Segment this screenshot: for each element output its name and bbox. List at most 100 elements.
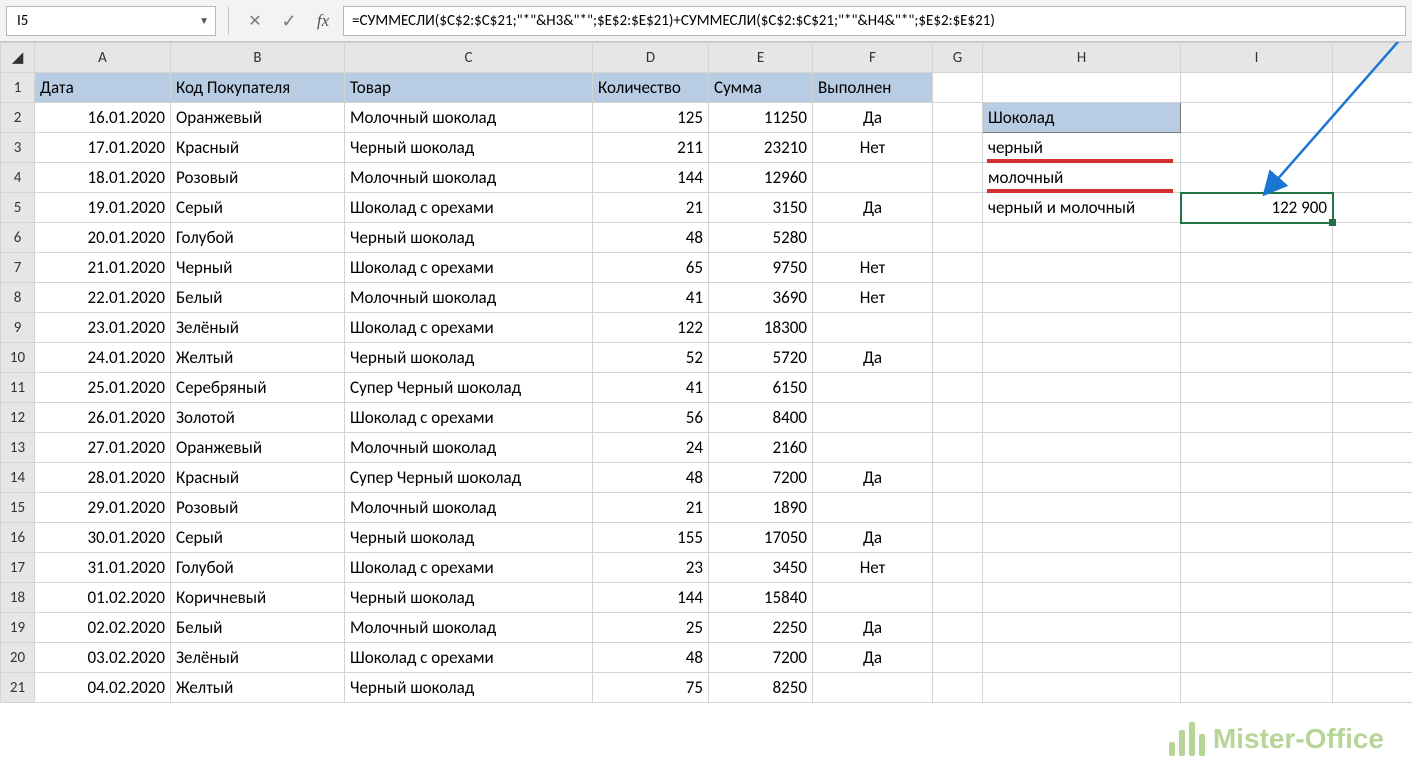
- cell[interactable]: Молочный шоколад: [345, 433, 593, 463]
- cell[interactable]: [1181, 343, 1333, 373]
- row-header[interactable]: 10: [1, 343, 35, 373]
- cell[interactable]: Красный: [171, 463, 345, 493]
- cell[interactable]: 16.01.2020: [35, 103, 171, 133]
- cell[interactable]: 27.01.2020: [35, 433, 171, 463]
- cell[interactable]: 48: [593, 463, 709, 493]
- cell[interactable]: Оранжевый: [171, 103, 345, 133]
- cell[interactable]: [1181, 253, 1333, 283]
- cell[interactable]: [933, 553, 983, 583]
- cell[interactable]: [983, 403, 1181, 433]
- cell[interactable]: [933, 523, 983, 553]
- row-header[interactable]: 2: [1, 103, 35, 133]
- col-header-I[interactable]: I: [1181, 43, 1333, 73]
- cell[interactable]: 19.01.2020: [35, 193, 171, 223]
- row-header[interactable]: 13: [1, 433, 35, 463]
- col-header-extra[interactable]: [1333, 43, 1412, 73]
- cell[interactable]: молочный: [983, 163, 1181, 193]
- cell[interactable]: 17050: [709, 523, 813, 553]
- cell[interactable]: [1181, 133, 1333, 163]
- cell[interactable]: 11250: [709, 103, 813, 133]
- cell[interactable]: [933, 73, 983, 103]
- cell[interactable]: 6150: [709, 373, 813, 403]
- cell[interactable]: 2160: [709, 433, 813, 463]
- cell[interactable]: [933, 103, 983, 133]
- cell[interactable]: Черный шоколад: [345, 133, 593, 163]
- cell[interactable]: черный: [983, 133, 1181, 163]
- cell[interactable]: 48: [593, 643, 709, 673]
- cell[interactable]: [1333, 673, 1412, 703]
- cell[interactable]: Серый: [171, 523, 345, 553]
- cell[interactable]: [983, 583, 1181, 613]
- cell[interactable]: [983, 463, 1181, 493]
- cell[interactable]: Молочный шоколад: [345, 103, 593, 133]
- cell[interactable]: [983, 493, 1181, 523]
- cell[interactable]: 41: [593, 373, 709, 403]
- cell[interactable]: Дата: [35, 73, 171, 103]
- cell[interactable]: 21.01.2020: [35, 253, 171, 283]
- col-header-G[interactable]: G: [933, 43, 983, 73]
- cell[interactable]: 18.01.2020: [35, 163, 171, 193]
- cell[interactable]: Розовый: [171, 493, 345, 523]
- cell[interactable]: [1181, 223, 1333, 253]
- cell[interactable]: 8400: [709, 403, 813, 433]
- cell[interactable]: [813, 433, 933, 463]
- cell[interactable]: 5720: [709, 343, 813, 373]
- cell[interactable]: Код Покупателя: [171, 73, 345, 103]
- cell[interactable]: [1333, 553, 1412, 583]
- cell[interactable]: [983, 433, 1181, 463]
- cell[interactable]: Голубой: [171, 553, 345, 583]
- row-header[interactable]: 6: [1, 223, 35, 253]
- cell[interactable]: [1181, 613, 1333, 643]
- cell[interactable]: 125: [593, 103, 709, 133]
- cell[interactable]: Шоколад с орехами: [345, 193, 593, 223]
- cell[interactable]: [933, 493, 983, 523]
- cell[interactable]: [1333, 283, 1412, 313]
- cell[interactable]: [1333, 493, 1412, 523]
- row-header[interactable]: 1: [1, 73, 35, 103]
- cell[interactable]: Шоколад с орехами: [345, 253, 593, 283]
- cell[interactable]: [933, 343, 983, 373]
- cell[interactable]: Сумма: [709, 73, 813, 103]
- cell[interactable]: 29.01.2020: [35, 493, 171, 523]
- row-header[interactable]: 3: [1, 133, 35, 163]
- cell[interactable]: 02.02.2020: [35, 613, 171, 643]
- cell[interactable]: Нет: [813, 253, 933, 283]
- cell[interactable]: Шоколад с орехами: [345, 403, 593, 433]
- cell[interactable]: [1181, 73, 1333, 103]
- cell[interactable]: [1181, 523, 1333, 553]
- cell[interactable]: 28.01.2020: [35, 463, 171, 493]
- cell[interactable]: 15840: [709, 583, 813, 613]
- cell[interactable]: Красный: [171, 133, 345, 163]
- cell[interactable]: [1333, 463, 1412, 493]
- cell[interactable]: Шоколад: [983, 103, 1181, 133]
- row-header[interactable]: 9: [1, 313, 35, 343]
- cell[interactable]: [983, 643, 1181, 673]
- cell[interactable]: [983, 223, 1181, 253]
- cell[interactable]: Да: [813, 193, 933, 223]
- cell[interactable]: [813, 403, 933, 433]
- cell[interactable]: [1181, 643, 1333, 673]
- cell[interactable]: [1181, 583, 1333, 613]
- cell[interactable]: [983, 283, 1181, 313]
- cell[interactable]: Желтый: [171, 343, 345, 373]
- cell[interactable]: 211: [593, 133, 709, 163]
- cell[interactable]: Шоколад с орехами: [345, 313, 593, 343]
- cell[interactable]: 8250: [709, 673, 813, 703]
- cancel-icon[interactable]: [241, 7, 269, 35]
- cell[interactable]: [933, 193, 983, 223]
- cell[interactable]: [933, 283, 983, 313]
- cell[interactable]: [813, 373, 933, 403]
- cell[interactable]: 21: [593, 193, 709, 223]
- cell[interactable]: 01.02.2020: [35, 583, 171, 613]
- cell[interactable]: 48: [593, 223, 709, 253]
- cell[interactable]: [983, 343, 1181, 373]
- cell[interactable]: черный и молочный: [983, 193, 1181, 223]
- cell[interactable]: [933, 673, 983, 703]
- row-header[interactable]: 4: [1, 163, 35, 193]
- cell[interactable]: 26.01.2020: [35, 403, 171, 433]
- spreadsheet-grid[interactable]: ◢ A B C D E F G H I 1ДатаКод ПокупателяТ…: [0, 42, 1412, 774]
- cell[interactable]: Товар: [345, 73, 593, 103]
- cell[interactable]: [813, 583, 933, 613]
- cell[interactable]: [983, 553, 1181, 583]
- cell[interactable]: [1333, 103, 1412, 133]
